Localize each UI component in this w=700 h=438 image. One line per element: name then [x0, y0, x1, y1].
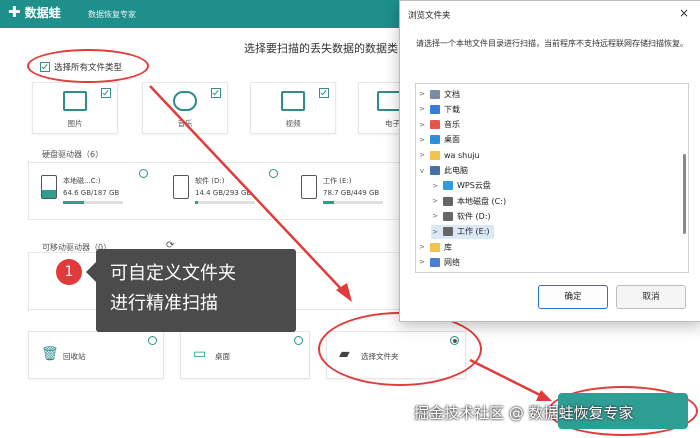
tree-node-label: 下载: [444, 104, 460, 114]
callout-line-1: 可自定义文件夹: [110, 263, 236, 284]
music-icon: [430, 120, 440, 130]
chevron-right-icon[interactable]: >: [431, 228, 439, 236]
tree-node-label: 工作 (E:): [457, 227, 490, 237]
watermark: 掘金技术社区 @ 数据蛙恢复专家: [414, 404, 634, 422]
chevron-right-icon[interactable]: >: [418, 90, 426, 98]
cloud-icon: [443, 181, 453, 191]
chevron-right-icon[interactable]: >: [431, 212, 439, 220]
drive-icon: [443, 196, 453, 206]
tree-scrollbar[interactable]: [683, 154, 686, 234]
chevron-right-icon[interactable]: >: [431, 197, 439, 205]
tree-node-label: 文档: [444, 89, 460, 99]
chevron-right-icon[interactable]: >: [418, 105, 426, 113]
tree-node[interactable]: > 工作 (E:): [431, 224, 494, 239]
callout-box: 可自定义文件夹 进行精准扫描: [96, 249, 296, 332]
tree-node[interactable]: > wa shuju: [418, 148, 480, 162]
tree-node[interactable]: > 本地磁盘 (C:): [431, 194, 506, 208]
tree-node[interactable]: > 下载: [418, 102, 460, 116]
tree-node[interactable]: > 桌面: [418, 133, 460, 147]
chevron-right-icon[interactable]: >: [418, 258, 426, 266]
tree-node-label: 软件 (D:): [457, 211, 491, 221]
callout-line-2: 进行精准扫描: [110, 293, 218, 314]
tree-node-label: 桌面: [444, 135, 460, 145]
tree-node-label: 网络: [444, 257, 460, 267]
tree-node[interactable]: > 软件 (D:): [431, 209, 491, 223]
library-icon: [430, 242, 440, 252]
tree-node[interactable]: > 库: [418, 240, 452, 254]
tree-node[interactable]: > WPS云盘: [431, 179, 491, 193]
callout-pointer: [86, 262, 96, 282]
chevron-right-icon[interactable]: >: [418, 136, 426, 144]
chevron-right-icon[interactable]: >: [431, 182, 439, 190]
tree-node[interactable]: > 音乐: [418, 118, 460, 132]
chevron-right-icon[interactable]: >: [418, 243, 426, 251]
callout-number-badge: 1: [56, 259, 82, 285]
network-icon: [430, 257, 440, 267]
download-icon: [430, 104, 440, 114]
tree-node-label: 库: [444, 242, 452, 252]
computer-icon: [430, 166, 440, 175]
tree-node[interactable]: > 文档: [418, 87, 460, 101]
tree-node-label: wa shuju: [444, 150, 480, 160]
documents-icon: [430, 89, 440, 99]
annotation-arrow-line: [469, 358, 543, 398]
folder-icon: [430, 150, 440, 160]
browse-folder-dialog: 浏览文件夹 × 请选择一个本地文件目录进行扫描，当前程序不支持远程联网存储扫描恢…: [399, 0, 700, 322]
drive-icon: [443, 211, 453, 221]
chevron-right-icon[interactable]: >: [418, 151, 426, 159]
desktop-icon: [430, 135, 440, 145]
chevron-right-icon[interactable]: >: [418, 121, 426, 129]
tree-node-label: WPS云盘: [457, 181, 491, 191]
dialog-description: 请选择一个本地文件目录进行扫描，当前程序不支持远程联网存储扫描恢复。: [416, 39, 688, 48]
tree-node-label: 音乐: [444, 120, 460, 130]
cancel-button[interactable]: 取消: [616, 285, 686, 309]
folder-tree[interactable]: > 文档 > 下载 > 音乐 > 桌面 > wa shuju v 此电脑 > WPS云盘 > 本地磁盘 (C:…: [415, 83, 689, 273]
drive-icon: [443, 227, 453, 237]
tree-node[interactable]: > 网络: [418, 255, 460, 269]
tree-node-label: 本地磁盘 (C:): [457, 196, 507, 206]
ok-button[interactable]: 确定: [538, 285, 608, 309]
dialog-title: 浏览文件夹: [408, 11, 451, 21]
chevron-down-icon[interactable]: v: [418, 167, 426, 175]
tree-node-label: 此电脑: [444, 166, 468, 175]
tree-node[interactable]: v 此电脑: [418, 164, 468, 178]
close-icon[interactable]: ×: [679, 6, 689, 20]
